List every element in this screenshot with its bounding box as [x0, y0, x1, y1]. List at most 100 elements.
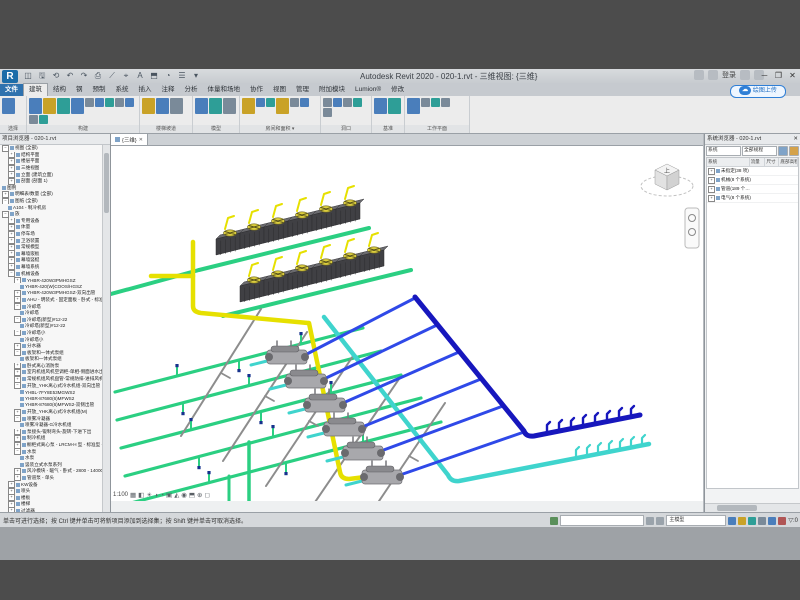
tab-管理[interactable]: 管理	[291, 84, 314, 96]
tree-item[interactable]: +泵接头-锻制弯头-旋转-下进下出	[0, 429, 103, 436]
tree-expander-icon[interactable]: +	[8, 494, 15, 501]
system-view-select[interactable]: 系统	[706, 146, 741, 156]
tree-item[interactable]: A104 - 制冷机房	[0, 204, 103, 211]
tree-expander-icon[interactable]: −	[14, 316, 21, 323]
ribbon-button-构件[interactable]	[71, 98, 84, 114]
tree-item[interactable]: +停车场	[0, 231, 103, 238]
tree-item[interactable]: +立面 (建筑立面)	[0, 171, 103, 178]
tree-item[interactable]: +卫浴装置	[0, 237, 103, 244]
selection-filter-count[interactable]: ▽:0	[788, 517, 798, 524]
ribbon-button-幕墙系统[interactable]	[125, 98, 134, 107]
ribbon-button-墙[interactable]	[29, 98, 42, 114]
tree-item[interactable]: +风冷模块 - 暖气 - 卧式 - 2800 - 14000 kW	[0, 468, 103, 475]
tree-item[interactable]: +幕墙竖梃	[0, 257, 103, 264]
tree-expander-icon[interactable]: +	[8, 231, 15, 238]
tree-item[interactable]: −机械设备	[0, 270, 103, 277]
ribbon-button-栏杆扶手[interactable]	[142, 98, 155, 114]
tree-expander-icon[interactable]: +	[8, 152, 15, 159]
ribbon-button-模型文字[interactable]	[195, 98, 208, 114]
ribbon-button-标高[interactable]	[374, 98, 387, 114]
discipline-select[interactable]: 全部规程	[742, 146, 777, 156]
tab-协作[interactable]: 协作	[245, 84, 268, 96]
tree-item[interactable]: +分水器	[0, 343, 103, 350]
tab-修改[interactable]: 修改	[386, 84, 409, 96]
tree-item[interactable]: +制冷机组	[0, 435, 103, 442]
sb-column-底部高程[interactable]: 底部高程	[779, 158, 798, 166]
ribbon-button-房间[interactable]	[242, 98, 255, 114]
tab-文件[interactable]: 文件	[0, 84, 23, 96]
tree-item[interactable]: +结构平面	[0, 152, 103, 159]
tree-item[interactable]: 板架和一体式泵组	[0, 356, 103, 363]
reveal-hidden-icon[interactable]: ◉	[181, 491, 187, 499]
tree-item[interactable]: +专用设备	[0, 218, 103, 225]
tree-item[interactable]: −视图 (全部)	[0, 145, 103, 152]
tree-expander-icon[interactable]: +	[14, 343, 21, 350]
tree-item[interactable]: +KW设备	[0, 481, 103, 488]
sb-expander-icon[interactable]: +	[708, 177, 715, 184]
ribbon-button-轴网[interactable]	[388, 98, 401, 114]
search-icon[interactable]	[694, 70, 704, 80]
sb-row[interactable]: +未指定(38 项)	[707, 167, 798, 176]
tree-item[interactable]: +橱柜式离心泵 - LRCM-H 型 - 标准型 - 100-175-CN	[0, 442, 103, 449]
tree-item[interactable]: −水泵	[0, 448, 103, 455]
tree-expander-icon[interactable]: +	[8, 251, 15, 258]
tree-expander-icon[interactable]: +	[14, 290, 21, 297]
tree-expander-icon[interactable]: −	[2, 198, 9, 205]
tree-item[interactable]: +体量	[0, 224, 103, 231]
tree-item[interactable]: +三维视图	[0, 165, 103, 172]
ribbon-button-柱[interactable]	[85, 98, 94, 107]
tree-expander-icon[interactable]: +	[8, 218, 15, 225]
tree-item[interactable]: −冷却塔	[0, 303, 103, 310]
ribbon-button-竖梃[interactable]	[39, 115, 48, 124]
tab-结构[interactable]: 结构	[48, 84, 71, 96]
tree-expander-icon[interactable]: −	[14, 448, 21, 455]
detail-level-icon[interactable]: ▦	[130, 491, 136, 499]
tree-expander-icon[interactable]: +	[8, 481, 15, 488]
tree-item[interactable]: +YHBR-420W3PMHGSZ	[0, 277, 103, 284]
tab-注释[interactable]: 注释	[157, 84, 180, 96]
tree-item[interactable]: 冷却塔小	[0, 336, 103, 343]
tab-预制[interactable]: 预制	[88, 84, 111, 96]
scale-button[interactable]: 1:100	[113, 492, 128, 498]
tree-item[interactable]: YHBR-420(W)COOS/HGSZ	[0, 283, 103, 290]
tree-expander-icon[interactable]: +	[8, 165, 15, 172]
tree-item[interactable]: +幕墙系统	[0, 264, 103, 271]
tree-item[interactable]: −族	[0, 211, 103, 218]
tree-item[interactable]: +楼梯	[0, 501, 103, 508]
status-toggle-icon[interactable]	[738, 517, 746, 525]
status-toggle-icon[interactable]	[768, 517, 776, 525]
tree-item[interactable]: 竖装立式水泵系列	[0, 462, 103, 469]
tree-expander-icon[interactable]: +	[8, 244, 15, 251]
crop-region-icon[interactable]: ▣	[166, 491, 172, 499]
tree-expander-icon[interactable]: +	[8, 237, 15, 244]
tab-附加模块[interactable]: 附加模块	[314, 84, 350, 96]
autofit-columns-icon[interactable]	[778, 146, 788, 156]
tree-item[interactable]: YHBL-7FY8E53MGWS2	[0, 389, 103, 396]
crop-view-icon[interactable]: ◔	[160, 492, 164, 499]
cloud-upload-button[interactable]: ☁ 绘图上传	[730, 85, 786, 98]
tree-expander-icon[interactable]: −	[2, 145, 9, 152]
tree-item[interactable]: +管道泵 - 单头	[0, 475, 103, 482]
undo-icon[interactable]: ↶	[64, 70, 76, 82]
thin-lines-icon[interactable]: ☰	[176, 70, 188, 82]
temporary-view-icon[interactable]: ⬒	[189, 491, 195, 499]
tree-expander-icon[interactable]: −	[8, 270, 15, 277]
project-browser-title[interactable]: 项目浏览器 - 020-1.rvt	[0, 134, 110, 145]
tree-item[interactable]: +喷头	[0, 488, 103, 495]
text-icon[interactable]: A	[134, 70, 146, 82]
minimize-button[interactable]: ─	[759, 69, 770, 83]
tree-item[interactable]: −冷却塔小	[0, 330, 103, 337]
status-toggle-icon[interactable]	[758, 517, 766, 525]
tree-item[interactable]: −开放_YHK离心式冷水机组-双向出管	[0, 382, 103, 389]
ribbon-button-模型线[interactable]	[209, 98, 222, 114]
tree-expander-icon[interactable]: +	[8, 178, 15, 185]
tree-item[interactable]: 水泵	[0, 455, 103, 462]
revit-logo-button[interactable]: R	[2, 70, 18, 83]
measure-icon[interactable]: ⟋	[106, 70, 118, 82]
sync-icon[interactable]: ⟲	[50, 70, 62, 82]
constraints-icon[interactable]: ◻	[204, 491, 209, 499]
tree-item[interactable]: +常规模型	[0, 244, 103, 251]
tree-expander-icon[interactable]: −	[2, 211, 9, 218]
tree-expander-icon[interactable]: +	[14, 409, 21, 416]
temporary-hide-icon[interactable]: ◭	[174, 491, 179, 499]
